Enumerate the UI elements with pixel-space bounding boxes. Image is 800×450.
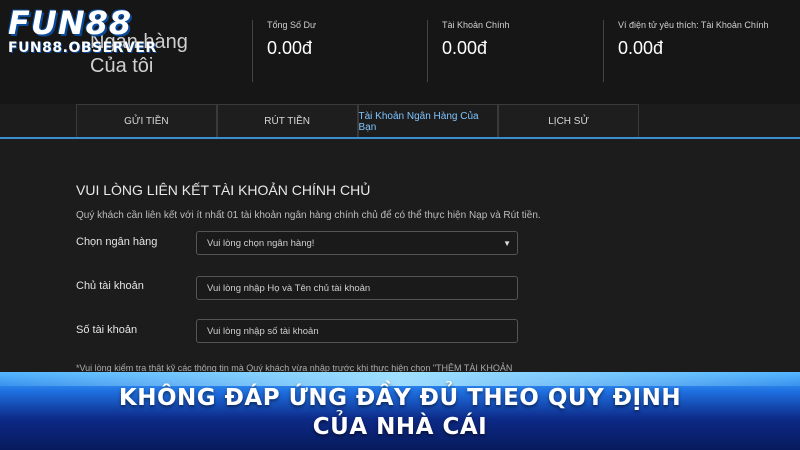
form-title: VUI LÒNG LIÊN KẾT TÀI KHOẢN CHÍNH CHỦ: [76, 182, 371, 198]
balance-favorite-wallet: Ví điện tử yêu thích: Tài Khoản Chính 0.…: [603, 20, 768, 82]
tab-deposit[interactable]: GỬI TIỀN: [76, 104, 217, 138]
balance-summary: Tổng Số Dư 0.00đ Tài Khoản Chính 0.00đ V…: [0, 20, 800, 82]
balance-label: Tài Khoản Chính: [442, 20, 510, 30]
form-description: Quý khách cần liên kết với ít nhất 01 tà…: [76, 210, 541, 221]
account-holder-placeholder: Vui lòng nhập Họ và Tên chủ tài khoản: [207, 282, 371, 294]
account-number-input[interactable]: Vui lòng nhập số tài khoản: [196, 319, 518, 343]
balance-label: Tổng Số Dư: [267, 20, 317, 30]
balance-value: 0.00đ: [618, 38, 664, 58]
balance-label: Ví điện tử yêu thích: Tài Khoản Chính: [618, 20, 769, 30]
account-holder-label: Chủ tài khoản: [76, 280, 144, 292]
bank-select-label: Chọn ngân hàng: [76, 236, 158, 248]
account-number-label: Số tài khoản: [76, 324, 138, 336]
account-holder-input[interactable]: Vui lòng nhập Họ và Tên chủ tài khoản: [196, 276, 518, 300]
bank-select[interactable]: Vui lòng chọn ngân hàng! ▼: [196, 231, 518, 255]
balance-value: 0.00đ: [442, 38, 488, 58]
banner-caption: KHÔNG ĐÁP ỨNG ĐẦY ĐỦ THEO QUY ĐỊNH CỦA N…: [0, 384, 800, 442]
dropdown-arrow-icon: ▼: [503, 239, 511, 248]
balance-value: 0.00đ: [267, 38, 313, 58]
banner-line2: CỦA NHÀ CÁI: [312, 414, 488, 440]
bank-select-value: Vui lòng chọn ngân hàng!: [207, 237, 315, 249]
banner-line1: KHÔNG ĐÁP ỨNG ĐẦY ĐỦ THEO QUY ĐỊNH: [118, 385, 682, 411]
banking-tabs: GỬI TIỀN RÚT TIỀN Tài Khoản Ngân Hàng Củ…: [76, 104, 639, 138]
balance-total: Tổng Số Dư 0.00đ: [252, 20, 316, 82]
tab-withdraw[interactable]: RÚT TIỀN: [216, 104, 358, 138]
tab-underline: [0, 137, 800, 139]
tab-history[interactable]: LỊCH SỬ: [498, 104, 639, 138]
tab-bank-accounts[interactable]: Tài Khoản Ngân Hàng Của Bạn: [357, 104, 499, 138]
account-number-placeholder: Vui lòng nhập số tài khoản: [207, 325, 319, 337]
balance-main-account: Tài Khoản Chính 0.00đ: [427, 20, 510, 82]
